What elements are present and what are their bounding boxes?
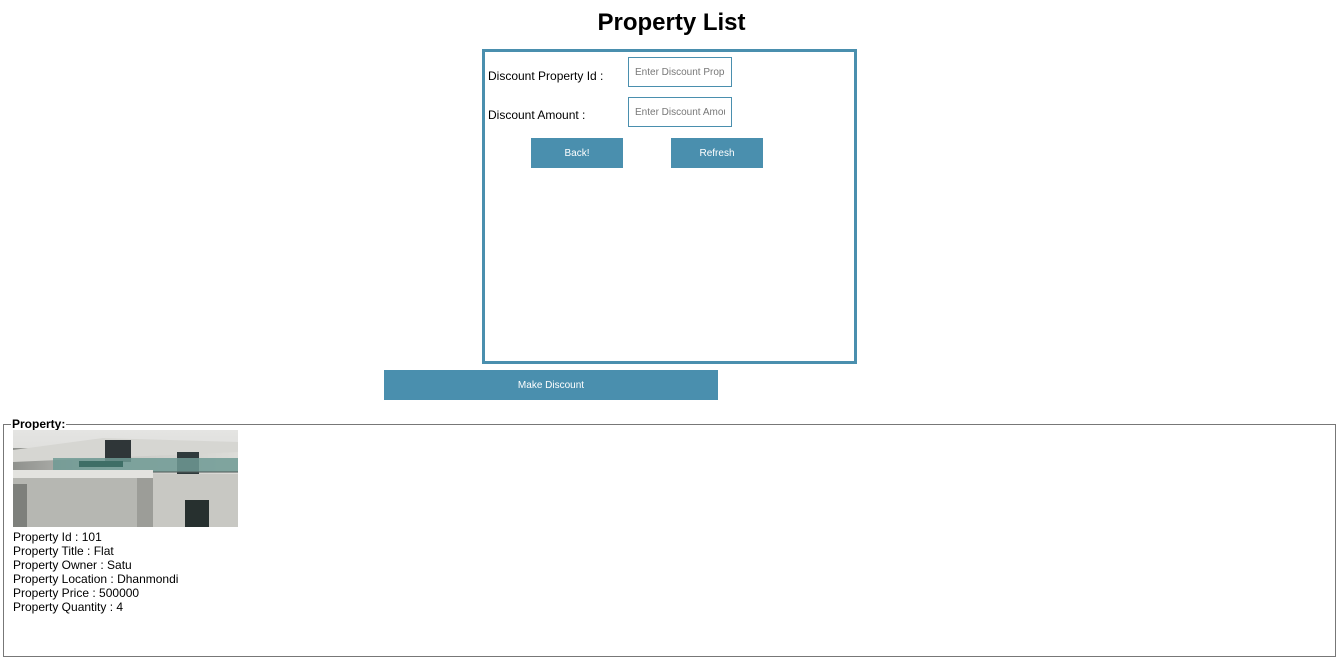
property-detail-separator: :: [71, 530, 82, 544]
make-discount-button[interactable]: Make Discount: [384, 370, 718, 400]
property-detail-row: Property Owner : Satu: [13, 558, 1326, 572]
property-detail-label: Property Price: [13, 586, 90, 600]
property-detail-label: Property Owner: [13, 558, 98, 572]
property-detail-value: Satu: [107, 558, 132, 572]
discount-property-id-input[interactable]: [628, 57, 732, 87]
building-photo-icon: [13, 430, 238, 527]
property-detail-separator: :: [89, 586, 100, 600]
property-detail-row: Property Id : 101: [13, 530, 1326, 544]
property-detail-separator: :: [107, 572, 118, 586]
discount-amount-label: Discount Amount :: [488, 108, 586, 122]
property-detail-label: Property Quantity: [13, 600, 107, 614]
property-detail-value: Flat: [93, 544, 114, 558]
back-button[interactable]: Back!: [531, 138, 623, 168]
property-detail-value: 4: [116, 600, 124, 614]
property-detail-separator: :: [97, 558, 108, 572]
property-detail-value: 500000: [99, 586, 140, 600]
property-details: Property Id : 101 Property Title : Flat Pr…: [13, 530, 1326, 614]
property-detail-separator: :: [106, 600, 117, 614]
property-detail-label: Property Id: [13, 530, 72, 544]
property-detail-row: Property Price : 500000: [13, 586, 1326, 600]
property-detail-value: 101: [81, 530, 102, 544]
property-detail-label: Property Title: [13, 544, 84, 558]
property-detail-value: Dhanmondi: [117, 572, 179, 586]
property-detail-row: Property Location : Dhanmondi: [13, 572, 1326, 586]
discount-amount-input[interactable]: [628, 97, 732, 127]
page-title: Property List: [597, 9, 746, 36]
property-fieldset: Property: Property Id: 101 Property Tit…: [3, 417, 1336, 657]
refresh-button[interactable]: Refresh: [671, 138, 763, 168]
property-legend: Property:: [12, 417, 66, 431]
property-detail-label: Property Location: [13, 572, 108, 586]
property-detail-row: Property Title : Flat: [13, 544, 1326, 558]
property-detail-row: Property Quantity : 4: [13, 600, 1326, 614]
property-detail-separator: :: [83, 544, 94, 558]
discount-form: Discount Property Id : Discount Amount :…: [482, 49, 857, 364]
discount-property-id-label: Discount Property Id :: [488, 69, 604, 83]
